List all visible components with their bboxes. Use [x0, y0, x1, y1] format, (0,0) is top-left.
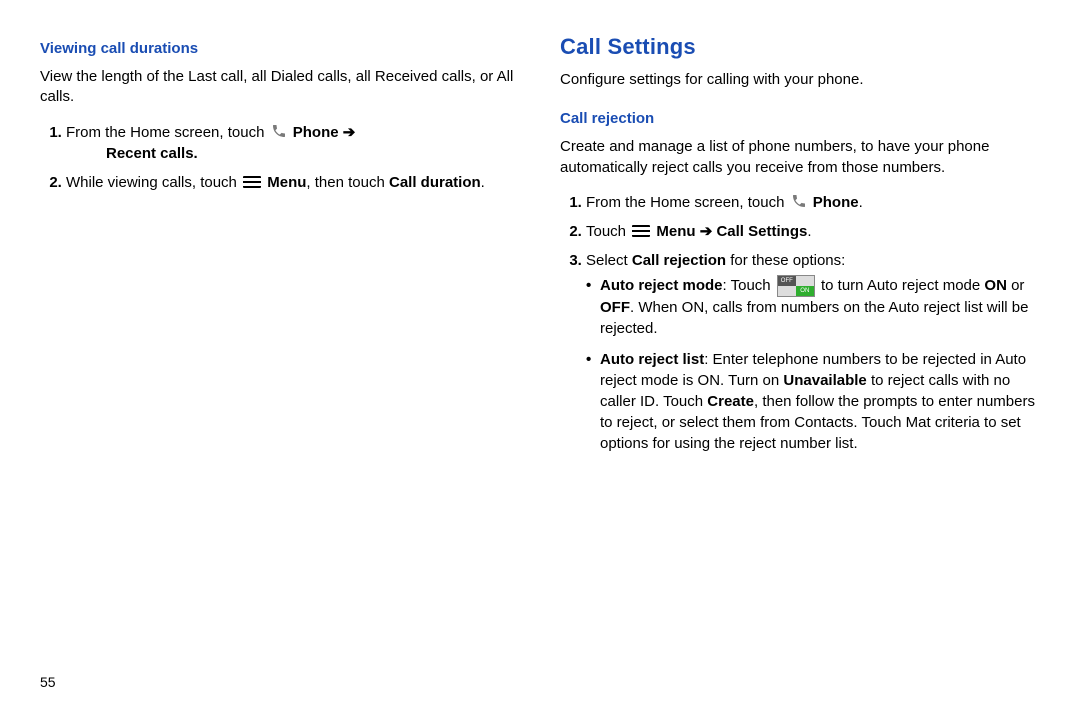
b2-label: Auto reject list: [600, 351, 704, 368]
step2-call-duration: Call duration: [389, 174, 481, 191]
rstep-2: Touch Menu ➔ Call Settings.: [586, 221, 1040, 242]
arrow-icon: ➔: [343, 124, 356, 141]
toggle-off: OFF: [778, 276, 796, 286]
b1-b: : Touch: [723, 277, 775, 294]
call-rejection-steps: From the Home screen, touch Phone. Touch…: [560, 192, 1040, 464]
b1-g: . When ON, calls from numbers on the Aut…: [600, 299, 1029, 337]
call-rejection-heading: Call rejection: [560, 110, 1040, 127]
phone-icon: [271, 123, 287, 139]
viewing-call-durations-heading: Viewing call durations: [40, 40, 520, 57]
b1-on: ON: [984, 277, 1007, 294]
b1-c: to turn Auto reject mode: [821, 277, 984, 294]
opt-auto-reject-mode: Auto reject mode: Touch OFF ON to turn A…: [586, 275, 1040, 339]
step-1: From the Home screen, touch Phone ➔ Rece…: [66, 122, 520, 164]
step2-menu-label: Menu: [267, 174, 306, 191]
opt-auto-reject-list: Auto reject list: Enter telephone number…: [586, 349, 1040, 454]
r1-a: From the Home screen, touch: [586, 194, 789, 211]
step1-recent-calls: Recent calls.: [106, 143, 198, 164]
step1-phone-label: Phone: [293, 124, 339, 141]
r2-callsettings: Call Settings: [716, 223, 807, 240]
toggle-on: ON: [796, 286, 814, 296]
call-rejection-intro: Create and manage a list of phone number…: [560, 137, 1040, 178]
b1-e: or: [1007, 277, 1025, 294]
left-column: Viewing call durations View the length o…: [40, 30, 520, 690]
r2-menu: Menu: [656, 223, 695, 240]
step2-text-c: , then touch: [306, 174, 389, 191]
call-settings-heading: Call Settings: [560, 34, 1040, 60]
rstep-3: Select Call rejection for these options:…: [586, 250, 1040, 454]
menu-icon: [632, 225, 650, 237]
toggle-icon: OFF ON: [777, 275, 815, 297]
step-2: While viewing calls, touch Menu, then to…: [66, 172, 520, 193]
step2-text-a: While viewing calls, touch: [66, 174, 241, 191]
phone-icon: [791, 193, 807, 209]
r3-b: Call rejection: [632, 252, 726, 269]
r2-a: Touch: [586, 223, 630, 240]
viewing-steps: From the Home screen, touch Phone ➔ Rece…: [40, 122, 520, 201]
step2-text-e: .: [481, 174, 485, 191]
b2-create: Create: [707, 393, 754, 410]
r3-c: for these options:: [726, 252, 845, 269]
arrow-icon: ➔: [700, 223, 713, 240]
options-list: Auto reject mode: Touch OFF ON to turn A…: [586, 275, 1040, 454]
r1-c: .: [859, 194, 863, 211]
toggle-blank-top: [796, 276, 814, 286]
right-column: Call Settings Configure settings for cal…: [560, 30, 1040, 690]
r3-a: Select: [586, 252, 632, 269]
b1-label: Auto reject mode: [600, 277, 723, 294]
toggle-blank-bot: [778, 286, 796, 296]
r1-phone: Phone: [813, 194, 859, 211]
b2-unavailable: Unavailable: [783, 372, 866, 389]
r2-d: .: [807, 223, 811, 240]
call-settings-intro: Configure settings for calling with your…: [560, 70, 1040, 90]
rstep-1: From the Home screen, touch Phone.: [586, 192, 1040, 213]
page-number: 55: [40, 634, 520, 690]
step1-text-a: From the Home screen, touch: [66, 124, 269, 141]
viewing-intro: View the length of the Last call, all Di…: [40, 67, 520, 108]
b1-off: OFF: [600, 299, 630, 316]
menu-icon: [243, 176, 261, 188]
